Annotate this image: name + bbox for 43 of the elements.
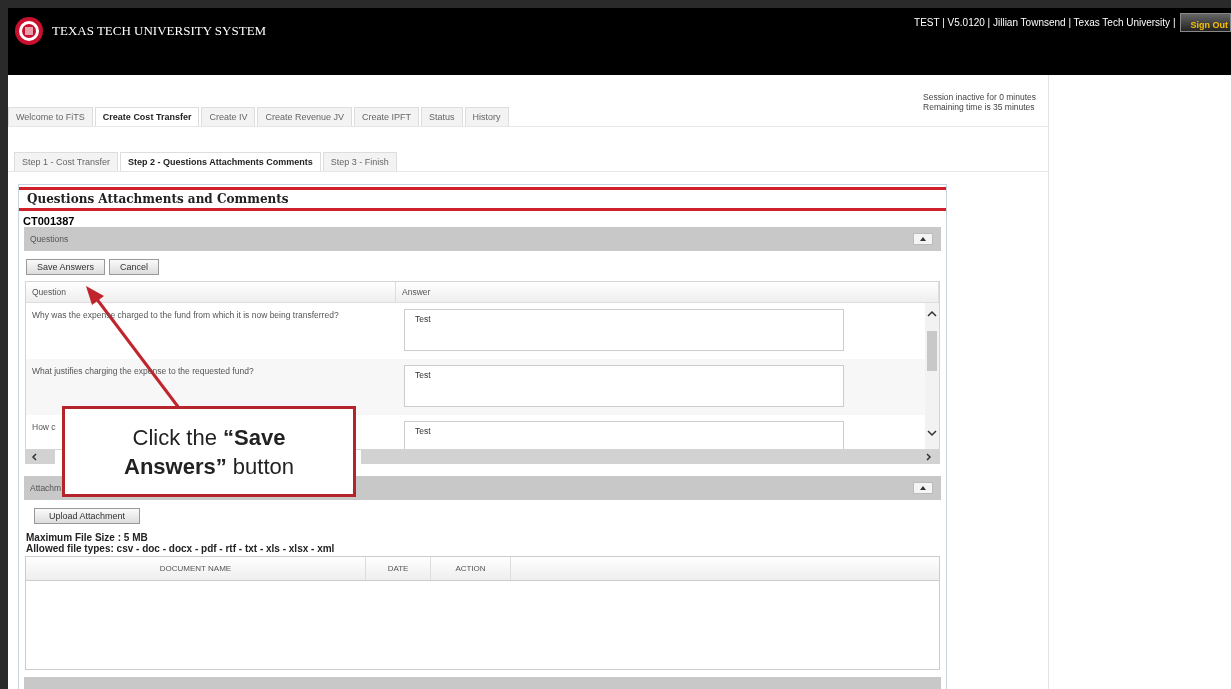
action-button[interactable]: Save Answers bbox=[26, 259, 106, 275]
column-header: DATE bbox=[366, 557, 431, 580]
allowed-types-text: Allowed file types: csv - doc - docx - pdf - rtf - txt - xls - xlsx - xml bbox=[25, 543, 336, 554]
upload-button[interactable]: Upload Attachment bbox=[34, 508, 141, 524]
record-id: CT001387 bbox=[22, 214, 76, 227]
horizontal-scrollbar[interactable] bbox=[361, 450, 940, 464]
session-text: Remaining time is 35 minutes bbox=[923, 102, 1036, 112]
up-triangle-icon bbox=[920, 237, 926, 241]
collapse-button[interactable] bbox=[913, 233, 933, 245]
nav-tab[interactable]: Status bbox=[421, 107, 463, 126]
nav-tab[interactable]: Create IV bbox=[201, 107, 256, 126]
seal-logo bbox=[14, 16, 44, 46]
answer-field[interactable]: Test bbox=[404, 309, 844, 351]
section-title: Questions bbox=[30, 234, 69, 244]
step-tab[interactable]: Step 2 - Questions Attachments Comments bbox=[120, 152, 321, 171]
question-text: How c bbox=[32, 422, 56, 432]
scroll-left-button[interactable] bbox=[25, 450, 55, 464]
left-chevron-icon bbox=[31, 453, 39, 461]
nav-tab[interactable]: Create Revenue JV bbox=[257, 107, 352, 126]
column-header: DOCUMENT NAME bbox=[26, 557, 366, 580]
answer-field[interactable]: Test bbox=[404, 365, 844, 407]
nav-tab[interactable]: Create Cost Transfer bbox=[94, 107, 200, 126]
max-size-text: Maximum File Size : 5 MB bbox=[25, 532, 149, 543]
column-header: Answer bbox=[396, 282, 939, 302]
collapse-button[interactable] bbox=[913, 482, 933, 494]
user-info: TEST | V5.0120 | Jillian Townsend | Texas Tech University | bbox=[914, 17, 1176, 28]
vertical-scrollbar[interactable] bbox=[925, 303, 939, 449]
column-header: ACTION bbox=[431, 557, 511, 580]
step-tab[interactable]: Step 3 - Finish bbox=[322, 152, 397, 171]
up-triangle-icon bbox=[920, 486, 926, 490]
panel-title: Questions Attachments and Comments bbox=[19, 187, 946, 211]
nav-tab[interactable]: Create IPFT bbox=[354, 107, 419, 126]
step-tab[interactable]: Step 1 - Cost Transfer bbox=[14, 152, 119, 171]
callout-text: Click the “Save Answers” button bbox=[123, 423, 295, 481]
org-title: TEXAS TECH UNIVERSITY SYSTEM bbox=[52, 23, 267, 39]
answer-field[interactable]: Test bbox=[404, 421, 844, 449]
nav-tab[interactable]: Welcome to FiTS bbox=[8, 107, 93, 126]
nav-tab[interactable]: History bbox=[464, 107, 509, 126]
sign-out-button[interactable]: Sign Out bbox=[1179, 13, 1231, 32]
section-title: Attachm bbox=[30, 483, 62, 493]
right-chevron-icon bbox=[924, 453, 932, 461]
action-button[interactable]: Cancel bbox=[109, 259, 160, 275]
session-text: Session inactive for 0 minutes bbox=[923, 92, 1036, 102]
